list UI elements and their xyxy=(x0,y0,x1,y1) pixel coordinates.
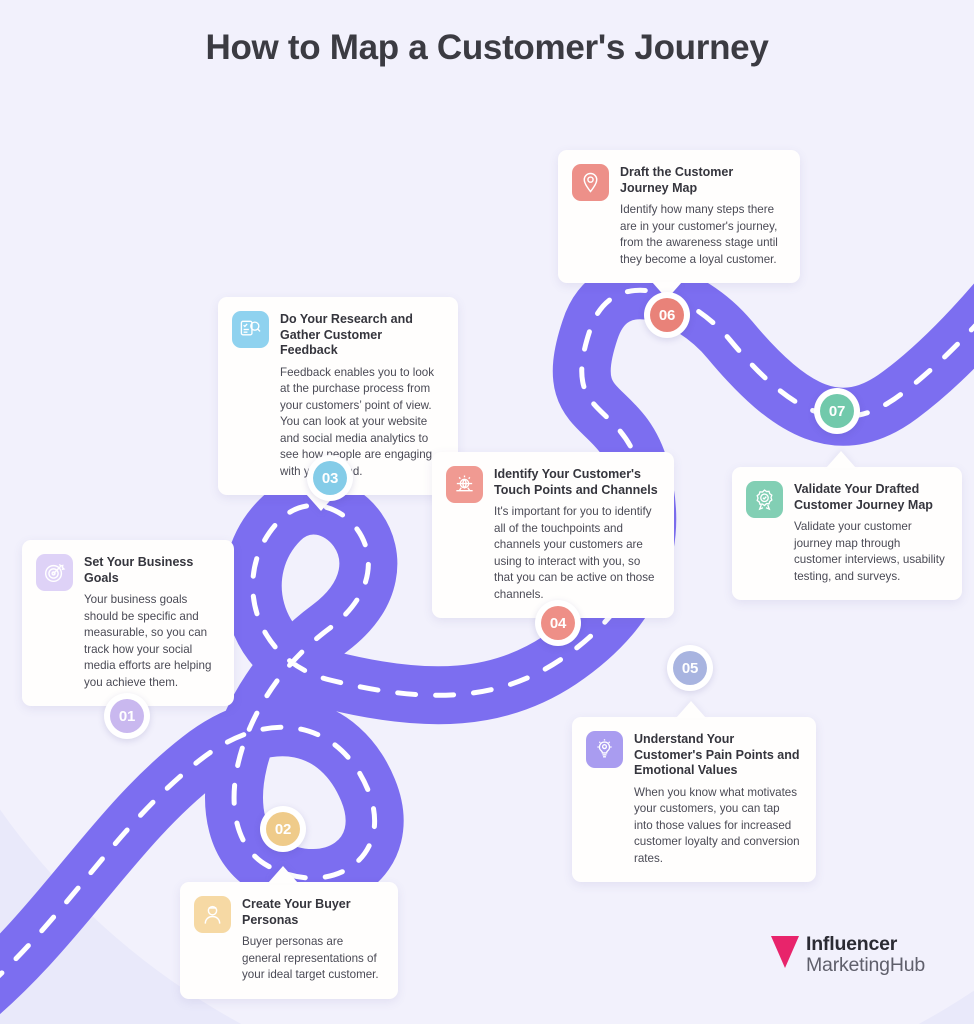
step-marker-04[interactable]: 04 xyxy=(535,600,581,646)
step-text-03: Feedback enables you to look at the purc… xyxy=(280,365,435,478)
step-card-05: Understand Your Customer's Pain Points a… xyxy=(572,701,816,883)
step-marker-number-06: 06 xyxy=(650,298,684,332)
step-marker-number-04: 04 xyxy=(541,606,575,640)
map-pin-icon xyxy=(583,172,598,193)
step-title-01: Set Your Business Goals xyxy=(84,555,194,585)
step-icon-box-05 xyxy=(586,731,623,768)
brand-logo-text: Influencer MarketingHub xyxy=(806,934,925,975)
triangle-icon xyxy=(771,936,799,968)
step-text-07: Validate your customer journey map throu… xyxy=(794,520,945,583)
step-marker-number-05: 05 xyxy=(673,651,707,685)
card-tail-02 xyxy=(268,866,298,883)
step-text-02: Buyer personas are general representatio… xyxy=(242,935,379,982)
person-icon xyxy=(204,905,221,924)
step-marker-03[interactable]: 03 xyxy=(307,455,353,501)
step-icon-box-04 xyxy=(446,466,483,503)
step-text-06: Identify how many steps there are in you… xyxy=(620,203,778,266)
step-card-01: Set Your Business Goals Your business go… xyxy=(22,540,234,722)
play-triangle-mark xyxy=(770,932,800,977)
step-marker-02[interactable]: 02 xyxy=(260,806,306,852)
step-title-06: Draft the Customer Journey Map xyxy=(620,165,734,195)
step-body-04: Identify Your Customer's Touch Points an… xyxy=(494,466,659,603)
step-marker-number-02: 02 xyxy=(266,812,300,846)
step-icon-box-01 xyxy=(36,554,73,591)
step-marker-number-03: 03 xyxy=(313,461,347,495)
step-icon-box-06 xyxy=(572,164,609,201)
step-title-04: Identify Your Customer's Touch Points an… xyxy=(494,467,658,497)
step-text-01: Your business goals should be specific a… xyxy=(84,593,212,689)
step-card-04: Identify Your Customer's Touch Points an… xyxy=(432,452,674,634)
step-body-01: Set Your Business Goals Your business go… xyxy=(84,554,219,691)
step-text-05: When you know what motivates your custom… xyxy=(634,785,800,865)
step-card-06: Draft the Customer Journey Map Identify … xyxy=(558,150,800,300)
step-card-07: Validate Your Drafted Customer Journey M… xyxy=(732,451,962,601)
step-body-07: Validate Your Drafted Customer Journey M… xyxy=(794,481,947,585)
step-icon-box-02 xyxy=(194,896,231,933)
step-marker-number-01: 01 xyxy=(110,699,144,733)
step-icon-box-03 xyxy=(232,311,269,348)
step-body-05: Understand Your Customer's Pain Points a… xyxy=(634,731,801,867)
step-title-07: Validate Your Drafted Customer Journey M… xyxy=(794,482,933,512)
step-icon-box-07 xyxy=(746,481,783,518)
target-icon xyxy=(44,563,66,583)
step-marker-07[interactable]: 07 xyxy=(814,388,860,434)
step-card-02: Create Your Buyer Personas Buyer persona… xyxy=(180,866,398,999)
step-title-02: Create Your Buyer Personas xyxy=(242,897,351,927)
verified-badge-icon xyxy=(756,489,773,511)
brand-name-line2: MarketingHub xyxy=(806,953,925,976)
step-marker-01[interactable]: 01 xyxy=(104,693,150,739)
touchpoints-network-icon xyxy=(456,475,473,492)
page-title: How to Map a Customer's Journey xyxy=(205,28,769,67)
card-tail-07 xyxy=(826,451,856,468)
step-body-06: Draft the Customer Journey Map Identify … xyxy=(620,164,785,268)
step-body-03: Do Your Research and Gather Customer Fee… xyxy=(280,311,443,480)
step-marker-number-07: 07 xyxy=(820,394,854,428)
infographic-canvas: How to Map a Customer's Journey Set Your… xyxy=(0,0,974,1024)
step-marker-05[interactable]: 05 xyxy=(667,645,713,691)
lightbulb-idea-icon xyxy=(597,739,612,758)
research-clipboard-icon xyxy=(240,320,261,336)
brand-name-line1: Influencer xyxy=(806,933,898,956)
step-text-04: It's important for you to identify all o… xyxy=(494,505,655,601)
step-title-05: Understand Your Customer's Pain Points a… xyxy=(634,732,800,778)
brand-logo[interactable]: Influencer MarketingHub xyxy=(770,932,925,977)
step-title-03: Do Your Research and Gather Customer Fee… xyxy=(280,312,413,358)
step-marker-06[interactable]: 06 xyxy=(644,292,690,338)
step-body-02: Create Your Buyer Personas Buyer persona… xyxy=(242,896,383,984)
card-tail-05 xyxy=(676,701,706,718)
